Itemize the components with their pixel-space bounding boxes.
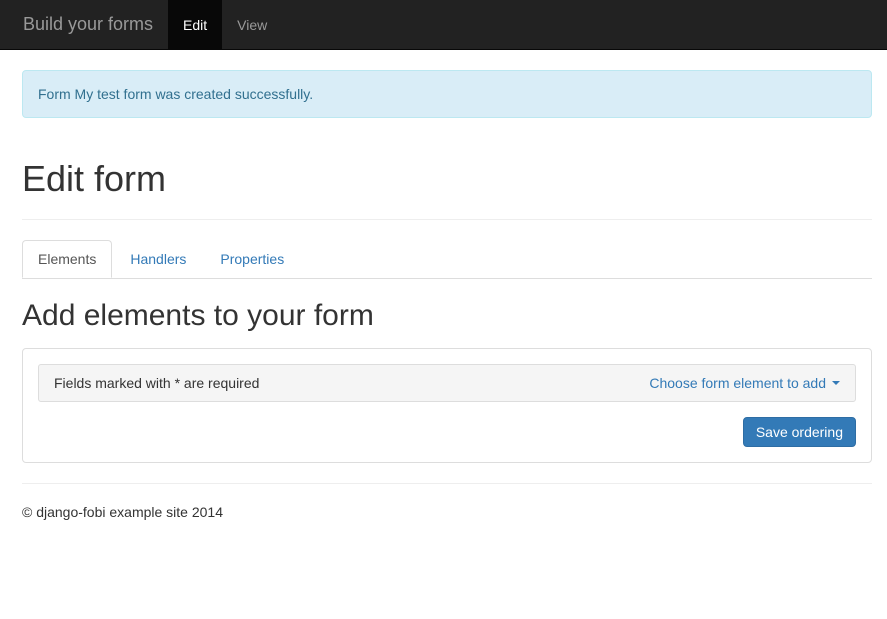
page-title: Edit form bbox=[22, 158, 872, 200]
nav-link-view[interactable]: View bbox=[222, 0, 282, 50]
choose-element-dropdown[interactable]: Choose form element to add bbox=[649, 375, 840, 391]
required-note: Fields marked with * are required bbox=[54, 375, 259, 391]
tab-handlers-link[interactable]: Handlers bbox=[114, 240, 202, 278]
footer: © django-fobi example site 2014 bbox=[22, 504, 872, 540]
success-alert: Form My test form was created successful… bbox=[22, 70, 872, 118]
page-header: Edit form bbox=[22, 158, 872, 220]
tab-properties-link[interactable]: Properties bbox=[204, 240, 300, 278]
tab-elements-link[interactable]: Elements bbox=[22, 240, 112, 278]
nav-link-edit[interactable]: Edit bbox=[168, 0, 222, 50]
navbar: Build your forms Edit View bbox=[0, 0, 887, 50]
tabs: Elements Handlers Properties bbox=[22, 240, 872, 279]
nav-item-edit[interactable]: Edit bbox=[168, 0, 222, 50]
dropdown-label: Choose form element to add bbox=[649, 375, 826, 391]
save-ordering-button[interactable]: Save ordering bbox=[743, 417, 856, 447]
panel-heading: Fields marked with * are required Choose… bbox=[38, 364, 856, 402]
alert-message: Form My test form was created successful… bbox=[38, 86, 313, 102]
section-heading: Add elements to your form bbox=[22, 299, 872, 333]
divider bbox=[22, 483, 872, 484]
main-container: Form My test form was created successful… bbox=[7, 70, 887, 540]
tab-elements[interactable]: Elements bbox=[22, 240, 114, 278]
navbar-nav: Edit View bbox=[168, 0, 282, 50]
tab-handlers[interactable]: Handlers bbox=[114, 240, 204, 278]
elements-panel: Fields marked with * are required Choose… bbox=[22, 348, 872, 463]
caret-down-icon bbox=[832, 381, 840, 385]
navbar-brand[interactable]: Build your forms bbox=[15, 0, 168, 50]
tab-properties[interactable]: Properties bbox=[204, 240, 302, 278]
nav-item-view[interactable]: View bbox=[222, 0, 282, 50]
footer-text: © django-fobi example site 2014 bbox=[22, 504, 872, 520]
